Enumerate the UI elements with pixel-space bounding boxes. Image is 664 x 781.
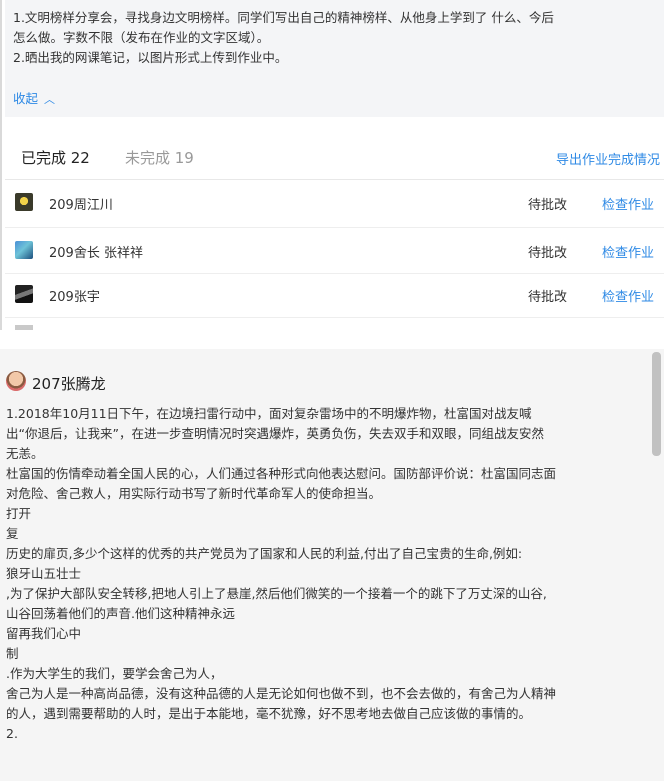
student-row: 209舍长 张祥祥 待批改 检查作业 [5, 233, 664, 269]
check-homework-link[interactable]: 检查作业 [602, 242, 654, 261]
tab-completed[interactable]: 已完成 22 [21, 147, 90, 168]
assignment-description: 1.文明榜样分享会，寻找身边文明榜样。同学们写出自己的精神榜样、从他身上学到了 … [5, 0, 664, 117]
submission-text-line: 对危险、舍己救人，用实际行动书写了新时代革命军人的使命担当。 [6, 486, 382, 501]
student-name: 209周江川 [49, 198, 113, 213]
section-gap [0, 330, 664, 349]
student-row: 209张宇 待批改 检查作业 [5, 277, 664, 313]
submission-text-line: 无恙。 [6, 446, 44, 461]
submission-text-line: ,为了保护大部队安全转移,把地人引上了悬崖,然后他们微笑的一个接着一个的跳下了万… [6, 586, 547, 601]
avatar [6, 371, 26, 391]
chevron-up-icon: ︿ [44, 93, 56, 106]
status-label: 待批改 [528, 290, 568, 305]
avatar [15, 285, 33, 303]
scrollbar-thumb[interactable] [652, 352, 661, 456]
check-homework-link[interactable]: 检查作业 [602, 286, 654, 305]
submission-panel: 207张腾龙 1.2018年10月11日下午，在边境扫雷行动中，面对复杂雷场中的… [0, 349, 664, 781]
submission-text-line: 舍己为人是一种高尚品德，没有这种品德的人是无论如何也做不到，也不会去做的，有舍己… [6, 686, 557, 701]
submission-text-line: 留再我们心中 [6, 626, 82, 641]
student-name: 209舍长 张祥祥 [49, 246, 143, 261]
student-row: 209周江川 待批改 检查作业 [5, 185, 664, 221]
submission-text-line: 1.2018年10月11日下午，在边境扫雷行动中，面对复杂雷场中的不明爆炸物，杜… [6, 406, 532, 421]
completion-tabs: 已完成 22 未完成 19 导出作业完成情况 [5, 135, 664, 179]
submission-text-line: 打开 [6, 506, 32, 521]
row-divider [5, 227, 664, 228]
description-line: 1.文明榜样分享会，寻找身边文明榜样。同学们写出自己的精神榜样、从他身上学到了 … [13, 10, 554, 25]
row-divider [5, 317, 664, 318]
submission-text-line: 历史的扉页,多少个这样的优秀的共产党员为了国家和人民的利益,付出了自己宝贵的生命… [6, 546, 523, 561]
tab-incomplete[interactable]: 未完成 19 [125, 147, 194, 168]
submission-text-line: 制 [6, 646, 19, 661]
submission-text-line: 的人，遇到需要帮助的人时，是出于本能地，毫不犹豫，好不思考地去做自己应该做的事情… [6, 706, 532, 721]
status-label: 待批改 [528, 246, 568, 261]
submission-author: 207张腾龙 [32, 375, 106, 393]
assignment-panel: 1.文明榜样分享会，寻找身边文明榜样。同学们写出自己的精神榜样、从他身上学到了 … [0, 0, 664, 330]
tabs-divider [5, 179, 664, 180]
submission-text-line: 狼牙山五壮士 [6, 566, 82, 581]
submission-text-line: 出“你退后，让我来”，在进一步查明情况时突遇爆炸，英勇负伤，失去双手和双眼，同组… [6, 426, 544, 441]
description-line: 2.晒出我的网课笔记，以图片形式上传到作业中。 [13, 50, 288, 65]
collapse-link[interactable]: 收起 ︿ [13, 89, 55, 110]
status-label: 待批改 [528, 198, 568, 213]
submission-text-line: 复 [6, 526, 19, 541]
collapse-label: 收起 [13, 91, 39, 106]
export-completion-link[interactable]: 导出作业完成情况 [556, 149, 660, 168]
student-name: 209张宇 [49, 290, 100, 305]
submission-text-line: 山谷回荡着他们的声音.他们这种精神永远 [6, 606, 235, 621]
submission-text-line: 2. [6, 726, 18, 741]
submission-text-line: .作为大学生的我们，要学会舍己为人， [6, 666, 223, 681]
row-divider [5, 273, 664, 274]
description-line: 怎么做。字数不限（发布在作业的文字区域）。 [13, 30, 270, 45]
avatar [15, 193, 33, 211]
check-homework-link[interactable]: 检查作业 [602, 194, 654, 213]
submission-text-line: 杜富国的伤情牵动着全国人民的心，人们通过各种形式向他表达慰问。国防部评价说：杜富… [6, 466, 557, 481]
avatar [15, 241, 33, 259]
